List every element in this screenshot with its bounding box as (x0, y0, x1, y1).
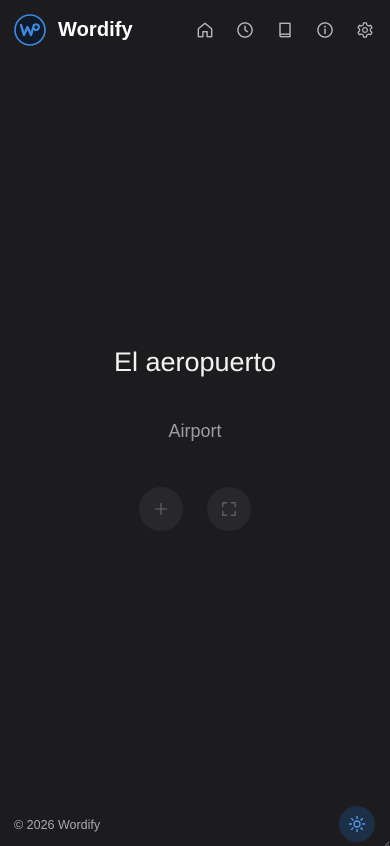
word-text: El aeropuerto (113, 347, 277, 377)
history-button[interactable] (233, 18, 257, 42)
gear-icon (357, 22, 373, 38)
theme-toggle-button[interactable] (339, 806, 375, 842)
sun-icon (348, 815, 366, 833)
top-nav (193, 18, 377, 42)
info-button[interactable] (313, 18, 337, 42)
settings-button[interactable] (353, 18, 377, 42)
book-icon (279, 22, 291, 38)
fullscreen-icon (222, 502, 236, 516)
plus-icon (154, 502, 168, 516)
home-icon (197, 22, 213, 38)
clock-icon (237, 22, 253, 38)
app-title: Wordify (58, 19, 133, 41)
translation-text: Airport (168, 421, 222, 441)
card-actions (139, 487, 251, 531)
resize-grip[interactable] (380, 836, 390, 846)
info-icon (317, 22, 333, 38)
app-root: Wordify El aeropuerto Airport © 2026 Wor… (0, 0, 390, 846)
top-bar: Wordify (0, 0, 390, 60)
dictionary-button[interactable] (273, 18, 297, 42)
add-button[interactable] (139, 487, 183, 531)
copyright-text: © 2026 Wordify (14, 818, 101, 832)
home-button[interactable] (193, 18, 217, 42)
wordify-logo-icon[interactable] (14, 14, 46, 46)
fullscreen-button[interactable] (207, 487, 251, 531)
